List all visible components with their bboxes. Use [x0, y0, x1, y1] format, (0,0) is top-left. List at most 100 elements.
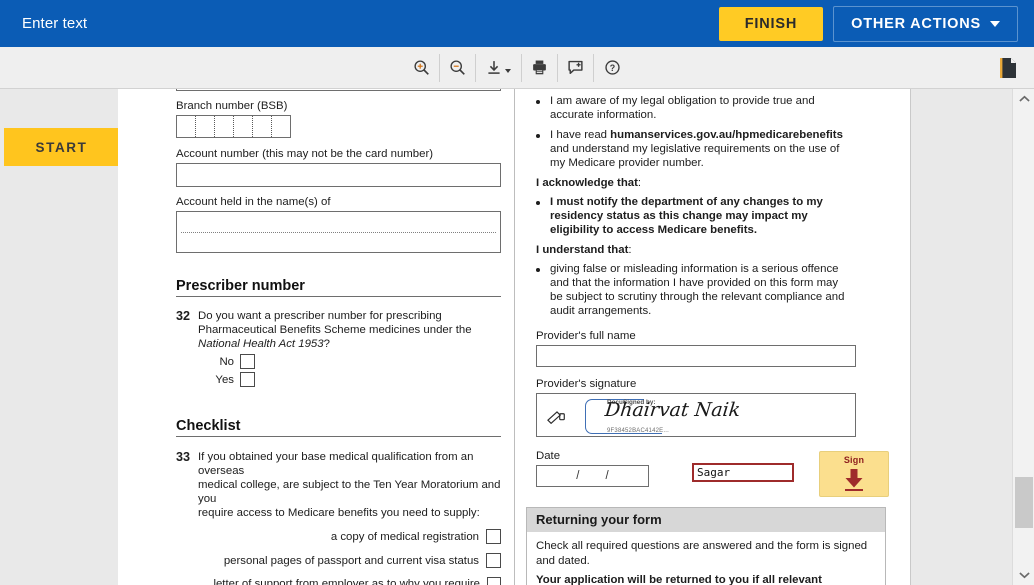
declaration-bullet-1-line2: and understand my legislative requiremen…: [550, 143, 840, 155]
sign-here-tag[interactable]: Sign: [819, 451, 889, 497]
question-32-line3: National Health Act 1953?: [198, 337, 501, 351]
document-viewport[interactable]: Branch number (BSB) Account number (this…: [118, 89, 1012, 585]
question-33-line3: require access to Medicare benefits you …: [198, 507, 480, 519]
download-icon[interactable]: [476, 53, 522, 82]
declaration-bullet-0: I am aware of my legal obligation to pro…: [536, 94, 876, 122]
date-separator-2: /: [605, 470, 609, 482]
left-navigation-rail: START: [0, 89, 119, 585]
svg-text:?: ?: [609, 63, 614, 73]
question-33-line1: If you obtained your base medical qualif…: [198, 451, 474, 477]
document-page: Branch number (BSB) Account number (this…: [118, 89, 911, 585]
document-toolbar: ?: [0, 47, 1034, 89]
print-icon[interactable]: [522, 53, 558, 82]
signature-text: Dhairvat Naik: [603, 399, 742, 421]
provider-name-label: Provider's full name: [536, 330, 636, 342]
zoom-out-icon[interactable]: [440, 53, 476, 82]
understand-bullet-line1: giving false or misleading information i…: [550, 263, 839, 275]
bullet-icon: [536, 268, 540, 272]
checklist-heading: Checklist: [176, 419, 501, 437]
docusign-bracket: [585, 399, 603, 434]
declaration-bullet-0-line1: I am aware of my legal obligation to pro…: [550, 95, 815, 107]
q32-option-no-checkbox[interactable]: [240, 354, 256, 369]
column-divider: [514, 89, 515, 585]
question-33-line2: medical college, are subject to the Ten …: [198, 479, 501, 505]
account-held-label: Account held in the name(s) of: [176, 196, 331, 208]
understand-bullet: giving false or misleading information i…: [536, 262, 876, 318]
vertical-scrollbar[interactable]: [1012, 89, 1034, 585]
provider-signature-label: Provider's signature: [536, 378, 637, 390]
understand-heading: I understand that: [536, 244, 629, 256]
scroll-thumb[interactable]: [1015, 477, 1033, 528]
chevron-down-icon: [990, 20, 1000, 27]
q33-item-0-checkbox[interactable]: [486, 529, 501, 544]
finish-button[interactable]: FINISH: [718, 6, 824, 41]
account-number-input[interactable]: [176, 163, 501, 187]
question-32-number: 32: [176, 309, 191, 323]
sign-tag-label: Sign: [843, 454, 865, 465]
bullet-icon: [536, 201, 540, 205]
question-32-act-name: National Health Act 1953: [198, 338, 324, 350]
account-number-label: Account number (this may not be the card…: [176, 148, 434, 160]
envelope-title: Enter text: [22, 15, 88, 32]
header-actions: FINISH OTHER ACTIONS: [718, 5, 1018, 42]
understand-bullet-line3: be subject to scrutiny through the relev…: [550, 291, 845, 303]
docusign-stamp: DocuSigned by: Dhairvat Naik 9F38452BAC4…: [585, 396, 795, 436]
question-32-tail: ?: [323, 338, 330, 350]
zoom-in-icon[interactable]: [404, 53, 440, 82]
chevron-down-icon: [505, 68, 511, 73]
date-separator-1: /: [576, 470, 580, 482]
bullet-icon: [536, 134, 540, 138]
cutoff-field-box[interactable]: [176, 89, 501, 91]
help-icon[interactable]: ?: [594, 54, 630, 82]
acknowledge-colon: :: [637, 177, 642, 189]
active-text-field[interactable]: [692, 463, 794, 482]
document-page-icon[interactable]: [988, 47, 1028, 88]
q32-option-no-label: No: [219, 355, 235, 368]
returning-box-bold-line: Your application will be returned to you…: [536, 574, 822, 585]
acknowledge-bullet-line3: eligibility to access Medicare benefits.: [550, 224, 758, 236]
chevron-up-icon[interactable]: [1013, 89, 1034, 109]
signature-field[interactable]: DocuSigned by: Dhairvat Naik 9F38452BAC4…: [536, 393, 856, 437]
returning-box-heading: Returning your form: [527, 508, 885, 532]
returning-your-form-box: Returning your form Check all required q…: [526, 507, 886, 585]
declaration-bullet-1: I have read humanservices.gov.au/hpmedic…: [536, 128, 876, 170]
chevron-down-icon[interactable]: [1013, 565, 1034, 585]
signature-pen-icon: [547, 409, 567, 428]
account-held-input[interactable]: [176, 211, 501, 253]
prescriber-number-heading: Prescriber number: [176, 279, 501, 297]
acknowledge-bullet: I must notify the department of any chan…: [536, 195, 876, 237]
understand-bullet-line2: and that the information I have provided…: [550, 277, 839, 289]
acknowledge-bullet-line2: residency status as this change may impa…: [550, 210, 808, 222]
declaration-bullet-1-line3: my Medicare provider number.: [550, 157, 704, 169]
q33-item-1-checkbox[interactable]: [486, 553, 501, 568]
acknowledge-bullet-line1: I must notify the department of any chan…: [550, 196, 823, 208]
toolbar-button-group: ?: [404, 53, 630, 82]
branch-number-input[interactable]: [176, 115, 291, 138]
understand-colon: :: [628, 244, 632, 256]
branch-number-label: Branch number (BSB): [176, 100, 288, 112]
comment-icon[interactable]: [558, 53, 594, 82]
q33-item-1-label: personal pages of passport and current v…: [223, 554, 479, 567]
signature-id: 9F38452BAC4142E...: [607, 428, 669, 434]
date-input[interactable]: / /: [536, 465, 649, 487]
returning-box-line1: Check all required questions are answere…: [536, 540, 868, 552]
returning-box-body: Check all required questions are answere…: [527, 532, 885, 585]
q33-item-2-checkbox[interactable]: [486, 577, 501, 585]
bullet-icon: [536, 100, 540, 104]
other-actions-button[interactable]: OTHER ACTIONS: [833, 5, 1018, 42]
returning-box-line2: and dated.: [536, 554, 590, 567]
declaration-bullet-1-line1: I have read: [550, 129, 611, 141]
q32-option-yes-label: Yes: [215, 373, 235, 386]
question-33-number: 33: [176, 450, 191, 464]
q32-option-yes-checkbox[interactable]: [240, 372, 256, 387]
declaration-bullet-0-line2: accurate information.: [550, 109, 657, 121]
question-32-line2: Pharmaceutical Benefits Scheme medicines…: [198, 324, 472, 336]
start-button[interactable]: START: [4, 128, 119, 166]
declaration-url: humanservices.gov.au/hpmedicarebenefits: [610, 129, 843, 141]
question-32-line1: Do you want a prescriber number for pres…: [198, 310, 442, 322]
understand-bullet-line4: audit arrangements.: [550, 305, 652, 317]
provider-name-input[interactable]: [536, 345, 856, 367]
other-actions-label: OTHER ACTIONS: [851, 15, 981, 32]
sign-arrow-icon: [841, 468, 867, 496]
envelope-header-bar: Enter text FINISH OTHER ACTIONS: [0, 0, 1034, 47]
